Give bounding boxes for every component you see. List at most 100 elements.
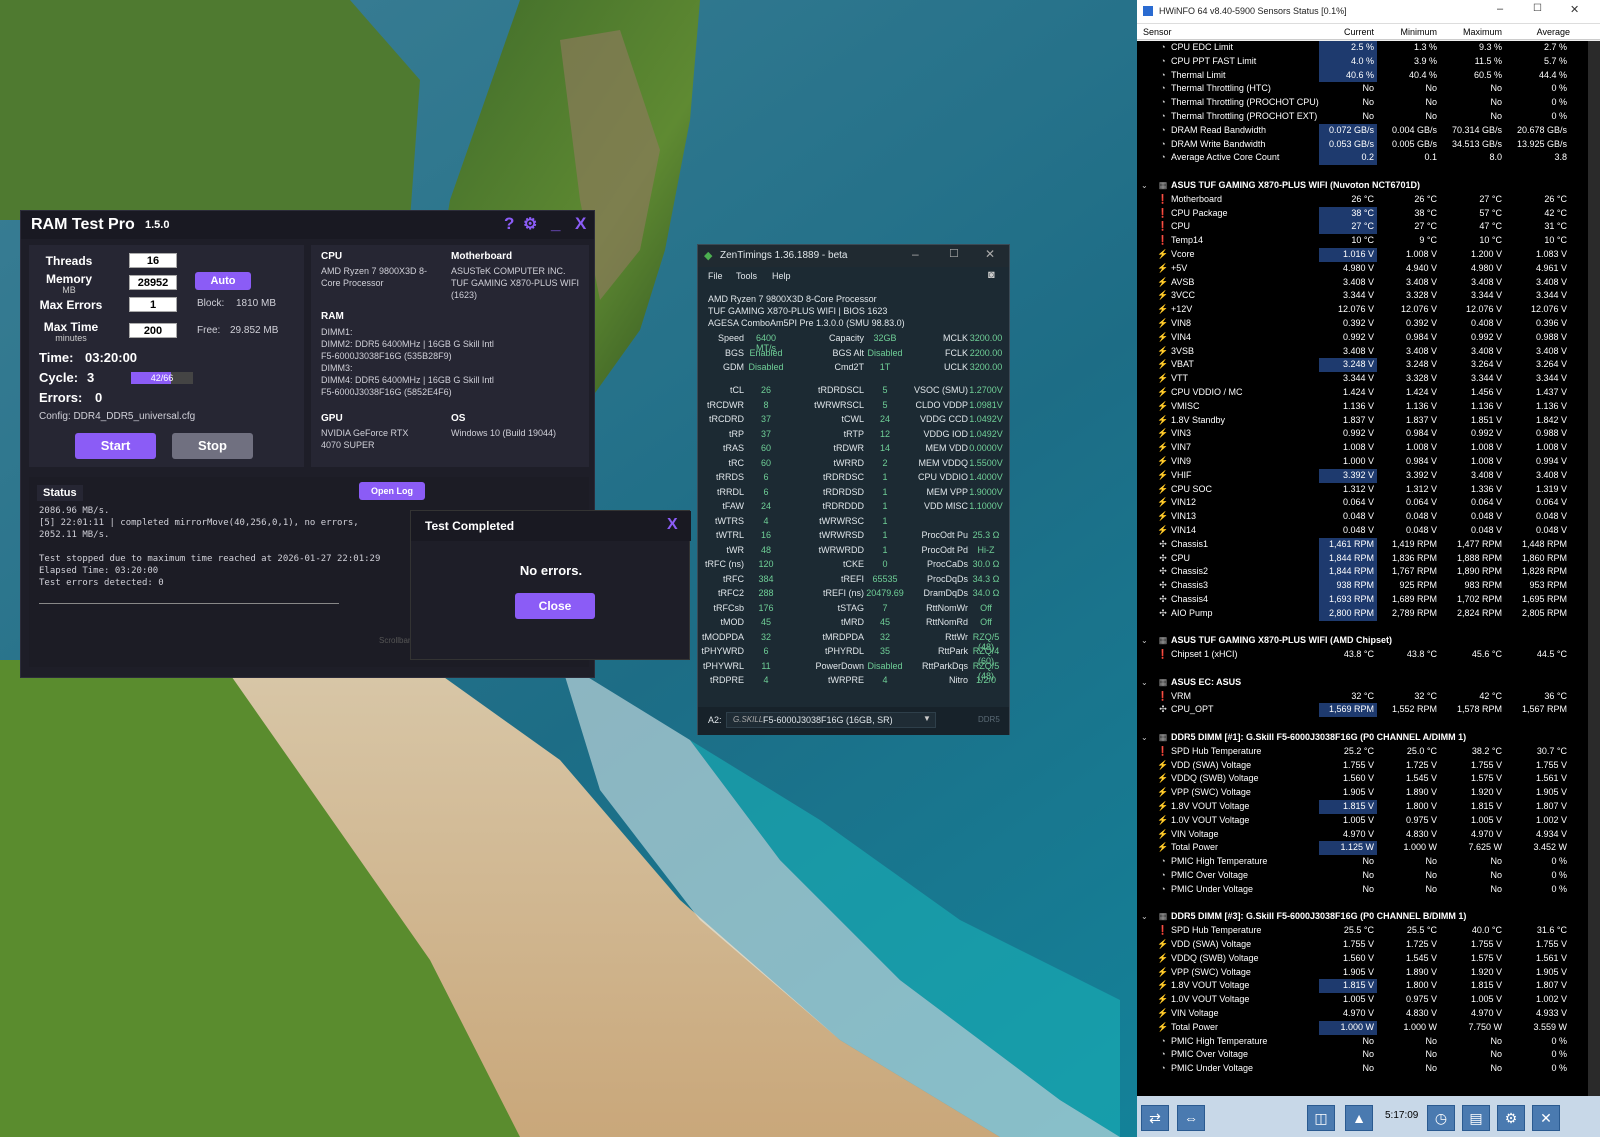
hwinfo-sensor-list[interactable]: ◔ CPU EDC Limit 2.5 % 1.3 % 9.3 % 2.7 % ◔ CPU P… bbox=[1137, 41, 1600, 1096]
nav-collapse-icon[interactable]: ⇔ bbox=[1177, 1105, 1205, 1131]
scrollbar-label[interactable]: Scrollbar bbox=[379, 635, 411, 647]
sensor-row[interactable]: ❗ Chipset 1 (xHCI) 43.8 °C 43.8 °C 45.6 °C 44… bbox=[1137, 648, 1600, 662]
sensor-row[interactable]: ✣ CPU 1,844 RPM 1,836 RPM 1,888 RPM 1,860 RPM bbox=[1137, 551, 1600, 566]
stop-button[interactable]: Stop bbox=[172, 433, 253, 459]
col-sensor[interactable]: Sensor bbox=[1143, 27, 1172, 37]
sensor-row[interactable]: ✣ Chassis2 1,844 RPM 1,767 RPM 1,890 RPM 1,82… bbox=[1137, 565, 1600, 580]
sensor-row[interactable]: ⚡ 1.8V Standby 1.837 V 1.837 V 1.851 V 1.842 … bbox=[1137, 414, 1600, 428]
sensor-row[interactable]: ⚡ CPU VDDIO / MC 1.424 V 1.424 V 1.456 V 1.43… bbox=[1137, 386, 1600, 400]
report-icon[interactable]: ▤ bbox=[1462, 1105, 1490, 1131]
sensor-row[interactable]: ◔ Thermal Throttling (PROCHOT CPU) No No No 0… bbox=[1137, 96, 1600, 110]
hw-minimize-icon[interactable]: – bbox=[1497, 3, 1503, 15]
sensor-row[interactable]: ⚡ AVSB 3.408 V 3.408 V 3.408 V 3.408 V bbox=[1137, 276, 1600, 290]
sensor-row[interactable]: ❗ Motherboard 26 °C 26 °C 27 °C 26 °C bbox=[1137, 193, 1600, 207]
sensor-row[interactable]: ◔ CPU PPT FAST Limit 4.0 % 3.9 % 11.5 % 5.7 % bbox=[1137, 54, 1600, 69]
sensor-row[interactable]: ✣ CPU_OPT 1,569 RPM 1,552 RPM 1,578 RPM 1,567… bbox=[1137, 703, 1600, 718]
sensor-row[interactable]: ⚡ VMISC 1.136 V 1.136 V 1.136 V 1.136 V bbox=[1137, 400, 1600, 414]
sensor-row[interactable]: ⚡ Vcore 1.016 V 1.008 V 1.200 V 1.083 V bbox=[1137, 248, 1600, 262]
zentimings-titlebar[interactable]: ◆ ZenTimings 1.36.1889 - beta – ☐ ✕ bbox=[698, 245, 1009, 267]
sensor-row[interactable]: ⚡ VIN9 1.000 V 0.984 V 1.008 V 0.994 V bbox=[1137, 455, 1600, 469]
start-button[interactable]: Start bbox=[75, 433, 156, 459]
sensor-row[interactable]: ⚡ VBAT 3.248 V 3.248 V 3.264 V 3.264 V bbox=[1137, 358, 1600, 373]
sensor-row[interactable]: ❗ SPD Hub Temperature 25.2 °C 25.0 °C 38.2 °… bbox=[1137, 745, 1600, 759]
sensor-row[interactable]: ❗ SPD Hub Temperature 25.5 °C 25.5 °C 40.0 °… bbox=[1137, 924, 1600, 938]
sensor-row[interactable]: ⚡ Total Power 1.125 W 1.000 W 7.625 W 3.452 W bbox=[1137, 841, 1600, 856]
sensor-group-row[interactable]: ⌄ ▦ ASUS TUF GAMING X870-PLUS WIFI (AMD Ch… bbox=[1137, 634, 1600, 648]
sensor-row[interactable]: ◔ PMIC Under Voltage No No No 0 % bbox=[1137, 1062, 1600, 1076]
sensor-row[interactable]: ⚡ 1.8V VOUT Voltage 1.815 V 1.800 V 1.815 V1… bbox=[1137, 800, 1600, 814]
auto-button[interactable]: Auto bbox=[195, 272, 251, 290]
col-maximum[interactable]: Maximum bbox=[1447, 27, 1502, 37]
menu-file[interactable]: File bbox=[708, 271, 723, 281]
sensor-row[interactable]: ✣ Chassis4 1,693 RPM 1,689 RPM 1,702 RPM 1,69… bbox=[1137, 593, 1600, 607]
dialog-close-button[interactable]: Close bbox=[515, 593, 595, 619]
sensor-row[interactable]: ✣ Chassis1 1,461 RPM 1,419 RPM 1,477 RPM 1,44… bbox=[1137, 537, 1600, 552]
sensor-row[interactable]: ◔ Thermal Throttling (PROCHOT EXT) No No No 0… bbox=[1137, 110, 1600, 124]
ram-test-pro-titlebar[interactable]: RAM Test Pro 1.5.0 ? ⚙ _ X bbox=[21, 211, 594, 239]
sensor-row[interactable]: ◔ PMIC Over Voltage No No No 0 % bbox=[1137, 869, 1600, 883]
sensor-row[interactable]: ⚡ VPP (SWC) Voltage 1.905 V 1.890 V 1.920 V1… bbox=[1137, 786, 1600, 800]
hw-maximize-icon[interactable]: ☐ bbox=[1533, 3, 1542, 14]
clock-icon[interactable]: ◷ bbox=[1427, 1105, 1455, 1131]
sensor-row[interactable]: ⚡ VIN7 1.008 V 1.008 V 1.008 V 1.008 V bbox=[1137, 441, 1600, 455]
help-icon[interactable]: ? bbox=[504, 214, 514, 234]
sensor-row[interactable]: ⚡ VIN8 0.392 V 0.392 V 0.408 V 0.396 V bbox=[1137, 317, 1600, 331]
sensor-row[interactable]: ◔ DRAM Read Bandwidth 0.072 GB/s 0.004 GB/s… bbox=[1137, 123, 1600, 138]
minimize-icon[interactable]: _ bbox=[551, 214, 560, 234]
open-log-button[interactable]: Open Log bbox=[359, 482, 425, 500]
sensor-row[interactable]: ⚡ 1.0V VOUT Voltage 1.005 V 0.975 V 1.005 V1… bbox=[1137, 993, 1600, 1007]
sensor-row[interactable]: ⚡ VIN14 0.048 V 0.048 V 0.048 V 0.048 V bbox=[1137, 524, 1600, 538]
exit-icon[interactable]: ✕ bbox=[1532, 1105, 1560, 1131]
sensor-row[interactable]: ✣ AIO Pump 2,800 RPM 2,789 RPM 2,824 RPM 2,80… bbox=[1137, 606, 1600, 621]
hwinfo-titlebar[interactable]: HWiNFO 64 v8.40-5900 Sensors Status [0.1… bbox=[1137, 0, 1600, 24]
network-icon[interactable]: ◫ bbox=[1307, 1105, 1335, 1131]
sensor-row[interactable]: ⚡ VDDQ (SWB) Voltage 1.560 V 1.545 V 1.575 V… bbox=[1137, 952, 1600, 966]
col-average[interactable]: Average bbox=[1512, 27, 1570, 37]
collapse-chevron-icon[interactable]: ⌄ bbox=[1141, 910, 1148, 924]
hw-close-icon[interactable]: ✕ bbox=[1570, 3, 1579, 16]
sensor-row[interactable]: ⚡ VDDQ (SWB) Voltage 1.560 V 1.545 V 1.575 V… bbox=[1137, 772, 1600, 786]
sensor-row[interactable]: ⚡ 3VSB 3.408 V 3.408 V 3.408 V 3.408 V bbox=[1137, 345, 1600, 359]
sensor-row[interactable]: ⚡ VDD (SWA) Voltage 1.755 V 1.725 V 1.755 V1… bbox=[1137, 759, 1600, 773]
memory-input[interactable]: 28952 bbox=[129, 275, 177, 290]
sensor-row[interactable]: ⚡ 3VCC 3.344 V 3.328 V 3.344 V 3.344 V bbox=[1137, 289, 1600, 303]
sensor-row[interactable]: ⚡ VIN Voltage 4.970 V 4.830 V 4.970 V 4.933 V bbox=[1137, 1007, 1600, 1021]
sensor-row[interactable]: ◔ PMIC Under Voltage No No No 0 % bbox=[1137, 883, 1600, 897]
sensor-row[interactable]: ⚡ CPU SOC 1.312 V 1.312 V 1.336 V 1.319 V bbox=[1137, 483, 1600, 497]
col-current[interactable]: Current bbox=[1319, 27, 1374, 37]
sensor-group-row[interactable]: ⌄ ▦ ASUS EC: ASUS bbox=[1137, 676, 1600, 690]
sensor-row[interactable]: ⚡ VIN4 0.992 V 0.984 V 0.992 V 0.988 V bbox=[1137, 331, 1600, 345]
sensor-row[interactable]: ⚡ 1.0V VOUT Voltage 1.005 V 0.975 V 1.005 V1… bbox=[1137, 814, 1600, 828]
sensor-row[interactable]: ✣ Chassis3 938 RPM 925 RPM 983 RPM 953 RPM bbox=[1137, 579, 1600, 593]
zt-maximize-icon[interactable]: ☐ bbox=[949, 247, 959, 260]
zt-close-icon[interactable]: ✕ bbox=[985, 247, 995, 261]
sensor-row[interactable]: ❗ CPU 27 °C 27 °C 47 °C 31 °C bbox=[1137, 220, 1600, 235]
close-icon[interactable]: X bbox=[575, 214, 586, 234]
sensor-row[interactable]: ⚡ VIN13 0.048 V 0.048 V 0.048 V 0.048 V bbox=[1137, 510, 1600, 524]
sensor-row[interactable]: ⚡ Total Power 1.000 W 1.000 W 7.750 W 3.559 W bbox=[1137, 1020, 1600, 1035]
collapse-chevron-icon[interactable]: ⌄ bbox=[1141, 676, 1148, 690]
gear-icon[interactable]: ⚙ bbox=[523, 214, 537, 234]
dialog-close-icon[interactable]: X bbox=[667, 516, 678, 534]
max-errors-input[interactable]: 1 bbox=[129, 297, 177, 312]
sensor-group-row[interactable]: ⌄ ▦ ASUS TUF GAMING X870-PLUS WIFI (Nuvoto… bbox=[1137, 179, 1600, 193]
sensor-row[interactable]: ◔ Thermal Limit 40.6 % 40.4 % 60.5 % 44.4 % bbox=[1137, 68, 1600, 83]
menu-tools[interactable]: Tools bbox=[736, 271, 757, 281]
collapse-chevron-icon[interactable]: ⌄ bbox=[1141, 179, 1148, 193]
sensor-row[interactable]: ⚡ VIN3 0.992 V 0.984 V 0.992 V 0.988 V bbox=[1137, 427, 1600, 441]
sensor-row[interactable]: ◔ PMIC Over Voltage No No No 0 % bbox=[1137, 1048, 1600, 1062]
sensor-row[interactable]: ◔ DRAM Write Bandwidth 0.053 GB/s 0.005 GB/… bbox=[1137, 137, 1600, 152]
sensor-row[interactable]: ⚡ VIN12 0.064 V 0.064 V 0.064 V 0.064 V bbox=[1137, 496, 1600, 510]
camera-icon[interactable]: ◙ bbox=[988, 269, 995, 281]
sensor-row[interactable]: ◔ Thermal Throttling (HTC) No No No 0 % bbox=[1137, 82, 1600, 96]
sensor-row[interactable]: ⚡ VTT 3.344 V 3.328 V 3.344 V 3.344 V bbox=[1137, 372, 1600, 386]
sensor-row[interactable]: ❗ Temp14 10 °C 9 °C 10 °C 10 °C bbox=[1137, 234, 1600, 248]
module-select[interactable]: G.SKILL F5-6000J3038F16G (16GB, SR) ▼ bbox=[726, 712, 936, 728]
max-time-input[interactable]: 200 bbox=[129, 323, 177, 338]
sensor-row[interactable]: ◔ PMIC High Temperature No No No 0 % bbox=[1137, 1035, 1600, 1049]
settings-gear-icon[interactable]: ⚙ bbox=[1497, 1105, 1525, 1131]
sensor-row[interactable]: ⚡ VPP (SWC) Voltage 1.905 V 1.890 V 1.920 V1… bbox=[1137, 966, 1600, 980]
dialog-titlebar[interactable]: Test Completed X bbox=[411, 511, 691, 541]
sensor-row[interactable]: ⚡ +12V 12.076 V 12.076 V 12.076 V 12.076 V bbox=[1137, 303, 1600, 317]
collapse-chevron-icon[interactable]: ⌄ bbox=[1141, 634, 1148, 648]
